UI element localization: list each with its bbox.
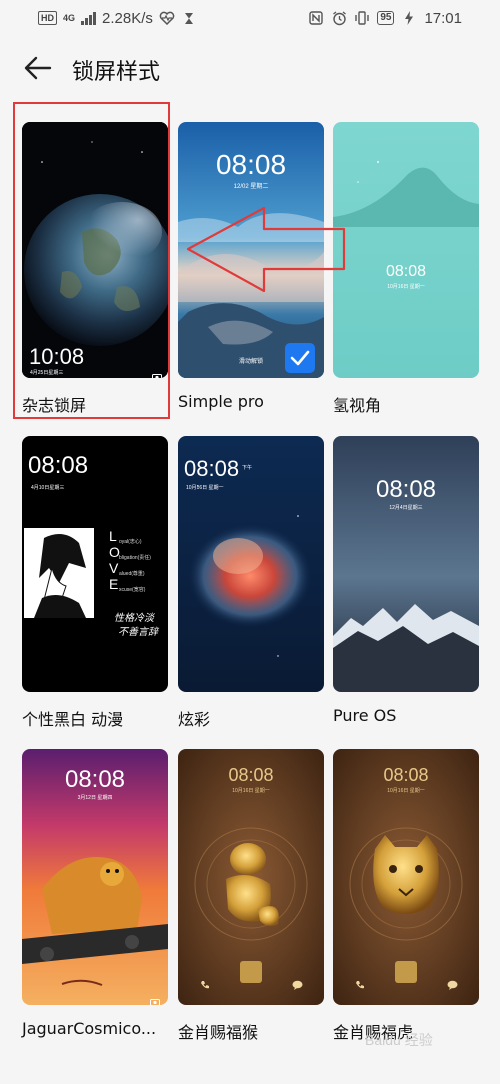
lock-time: 08:08 [64, 766, 126, 793]
alarm-icon [331, 10, 347, 26]
lock-time: 08:08 [215, 149, 287, 180]
check-icon[interactable] [285, 343, 315, 373]
style-tile-bw-anime[interactable]: 08:08 4月10日星期三 L O V E oyal(忠心) bligatio… [22, 436, 168, 692]
arrow-left-icon[interactable] [22, 52, 54, 84]
style-label: 炫彩 [178, 710, 211, 729]
lock-date: 10月16日 星期一 [186, 485, 224, 491]
lock-date: 10月16日 星期一 [387, 788, 425, 794]
style-label: 金肖赐福猴 [178, 1023, 259, 1042]
network-type: 4G [63, 12, 76, 23]
camera-icon [150, 991, 160, 1005]
status-bar: HD 4G 2.28K/s 95 17:01 [0, 0, 500, 36]
style-tile-colorful[interactable]: 08:08 下午 10月16日 星期一 [178, 436, 324, 692]
calligraphy: 性格冷淡 不善言辞 [114, 612, 158, 640]
lock-time: 08:08 [184, 456, 240, 481]
header: 锁屏样式 [0, 40, 500, 98]
style-tile-hydrogen-view[interactable]: 08:08 10月16日 星期一 [333, 122, 479, 378]
clock-time: 17:01 [424, 9, 462, 27]
love-word: bligation(责任) [119, 555, 151, 561]
selection-highlight [13, 102, 170, 419]
battery-icon: 95 [377, 11, 395, 25]
lock-date: 10月16日 星期一 [387, 284, 425, 290]
chat-icon [292, 975, 303, 994]
hd-icon: HD [38, 11, 57, 25]
network-speed: 2.28K/s [102, 9, 153, 27]
style-label: Pure OS [333, 706, 397, 725]
style-tile-golden-monkey[interactable]: 08:08 10月16日 星期一 [178, 749, 324, 1005]
watermark: Baidu 经验 [365, 1032, 433, 1048]
style-tile-golden-tiger[interactable]: 08:08 10月16日 星期一 [333, 749, 479, 1005]
heart-rate-icon [159, 10, 175, 26]
style-label: JaguarCosmico... [22, 1019, 157, 1038]
chat-icon [447, 975, 458, 994]
charging-icon [401, 10, 417, 26]
love-word: oyal(忠心) [119, 539, 142, 545]
lock-date: 10月16日 星期一 [232, 788, 270, 794]
calligraphy-line: 性格冷淡 [114, 613, 154, 624]
lock-time: 08:08 [385, 263, 427, 280]
style-label: Simple pro [178, 392, 264, 411]
lock-date: 3月12日 星期四 [77, 795, 113, 801]
phone-icon [200, 975, 210, 994]
style-tile-jaguar-cosmico[interactable]: 08:08 3月12日 星期四 [22, 749, 168, 1005]
ampm-label: 下午 [242, 465, 253, 471]
love-word: alued(尊重) [119, 571, 145, 577]
lock-time: 08:08 [28, 452, 89, 479]
nfc-icon [308, 10, 324, 26]
style-label: 个性黑白 动漫 [22, 710, 124, 729]
arrow-left-icon [186, 206, 346, 293]
calligraphy-line: 不善言辞 [118, 627, 158, 638]
lock-date: 12/02 星期二 [233, 184, 269, 190]
love-word: xcuse(宽容) [119, 587, 146, 593]
style-label: 氢视角 [333, 396, 382, 415]
lock-date: 4月10日星期三 [31, 485, 65, 491]
signal-icon [81, 11, 97, 25]
phone-icon [355, 975, 365, 994]
lock-time: 08:08 [375, 476, 437, 503]
love-words: oyal(忠心) bligation(责任) alued(尊重) xcuse(宽… [119, 534, 151, 598]
hourglass-icon [181, 10, 197, 26]
vibrate-icon [354, 10, 370, 26]
lock-time: 08:08 [383, 765, 429, 785]
page-title: 锁屏样式 [72, 60, 161, 85]
lock-date: 12月4日星期三 [389, 505, 423, 511]
style-tile-pure-os[interactable]: 08:08 12月4日星期三 [333, 436, 479, 692]
anime-illustration [24, 528, 94, 618]
lock-time: 08:08 [228, 765, 274, 785]
